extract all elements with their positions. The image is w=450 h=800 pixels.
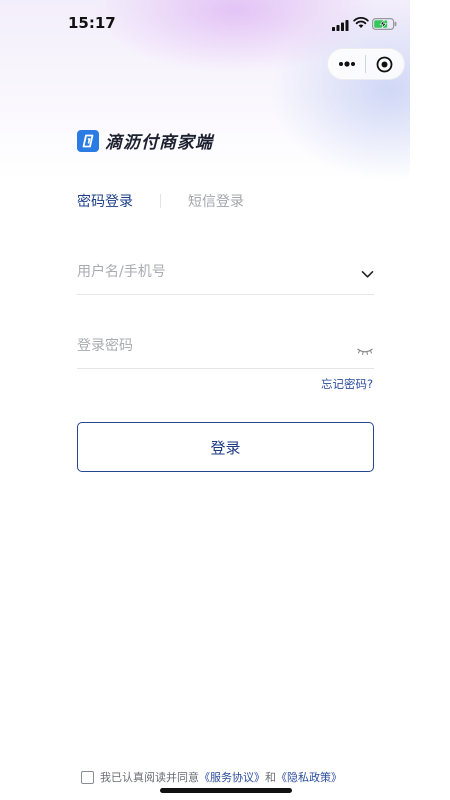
tab-sms-login[interactable]: 短信登录: [188, 191, 244, 211]
battery-charging-icon: [372, 15, 397, 34]
service-agreement-link[interactable]: 《服务协议》: [199, 769, 265, 785]
username-field: [77, 254, 374, 295]
password-field: [77, 328, 374, 369]
login-button[interactable]: 登录: [77, 422, 374, 472]
home-indicator: [160, 788, 292, 793]
agreement-checkbox[interactable]: [81, 770, 94, 784]
status-bar: 15:17: [0, 0, 410, 44]
agreement-conjunction: 和: [265, 771, 276, 784]
close-target-icon[interactable]: [366, 56, 403, 73]
password-input[interactable]: [77, 328, 337, 364]
privacy-policy-link[interactable]: 《隐私政策》: [276, 769, 342, 785]
agreement-prefix: 我已认真阅读并同意: [100, 771, 199, 784]
wifi-icon: [353, 14, 369, 33]
signal-icon: [332, 16, 349, 35]
app-logo: 滴沥付商家端: [77, 128, 213, 153]
miniprogram-capsule: [327, 48, 405, 80]
login-screen: 15:17 滴沥付商家端 密码登录 短信登录 用户名/手机号 忘记密码? 登录 …: [0, 0, 410, 800]
forgot-password-link[interactable]: 忘记密码?: [321, 376, 373, 392]
agreement-row: 我已认真阅读并同意 《服务协议》 和 《隐私政策》: [81, 769, 342, 785]
username-input[interactable]: [77, 254, 337, 290]
chevron-down-icon[interactable]: [361, 264, 374, 283]
app-name: 滴沥付商家端: [105, 133, 213, 153]
tab-divider: [160, 194, 161, 208]
tab-password-login[interactable]: 密码登录: [77, 191, 133, 211]
status-time: 15:17: [68, 14, 116, 32]
eye-closed-icon[interactable]: [356, 341, 374, 360]
more-dots-icon[interactable]: [328, 61, 365, 67]
login-tabs: 密码登录 短信登录: [77, 191, 244, 211]
logo-icon: [77, 129, 99, 152]
